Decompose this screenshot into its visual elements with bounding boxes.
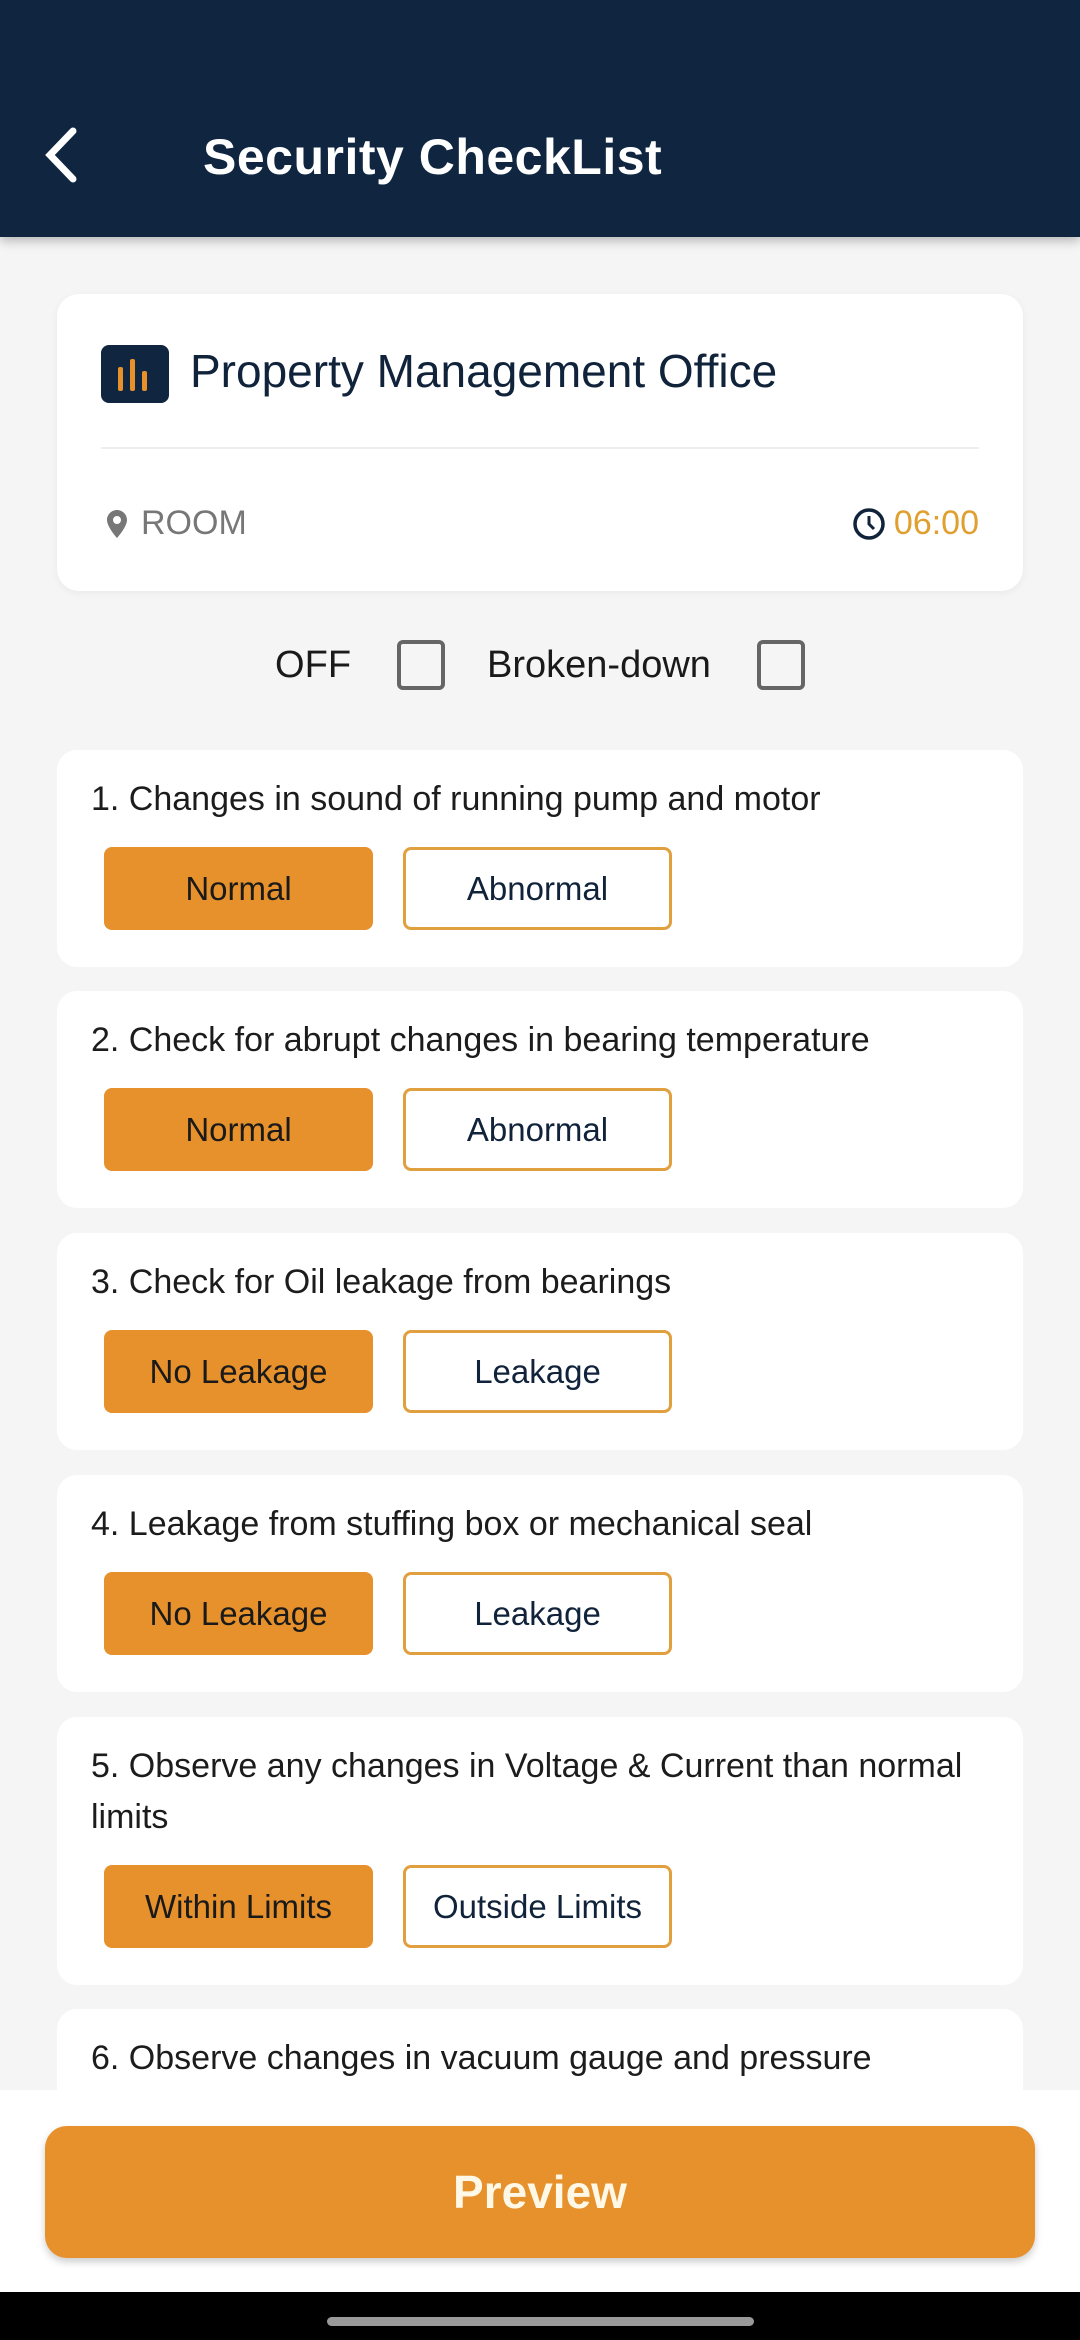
question-text: 6. Observe changes in vacuum gauge and p… <box>91 2039 872 2077</box>
room-label: ROOM <box>141 504 247 542</box>
chevron-left-icon[interactable] <box>40 125 90 185</box>
preview-button[interactable]: Preview <box>45 2126 1035 2258</box>
clock-icon <box>853 507 885 540</box>
question-text: 2. Check for abrupt changes in bearing t… <box>91 1021 870 1059</box>
question-text: 5. Observe any changes in Voltage & Curr… <box>91 1747 963 1836</box>
broken-down-checkbox[interactable] <box>756 640 805 690</box>
question-card: 3. Check for Oil leakage from bearings N… <box>57 1233 1023 1450</box>
app-header: Security CheckList <box>0 0 1080 237</box>
divider <box>101 447 979 449</box>
home-handle[interactable] <box>327 2317 754 2326</box>
option-no-leakage[interactable]: No Leakage <box>104 1572 373 1655</box>
question-card: 4. Leakage from stuffing box or mechanic… <box>57 1475 1023 1692</box>
off-checkbox[interactable] <box>397 640 446 690</box>
time-value: 06:00 <box>893 504 979 542</box>
option-normal[interactable]: Normal <box>104 847 373 930</box>
question-text: 4. Leakage from stuffing box or mechanic… <box>91 1505 813 1543</box>
option-normal[interactable]: Normal <box>104 1088 373 1171</box>
question-text: 3. Check for Oil leakage from bearings <box>91 1263 672 1301</box>
building-icon <box>101 345 169 403</box>
option-abnormal[interactable]: Abnormal <box>403 1088 672 1171</box>
question-card: 1. Changes in sound of running pump and … <box>57 750 1023 967</box>
option-abnormal[interactable]: Abnormal <box>403 847 672 930</box>
off-label: OFF <box>275 643 352 686</box>
time-row: 06:00 <box>852 504 979 543</box>
question-text: 1. Changes in sound of running pump and … <box>91 780 821 818</box>
option-no-leakage[interactable]: No Leakage <box>104 1330 373 1413</box>
option-leakage[interactable]: Leakage <box>403 1572 672 1655</box>
location-card: Property Management Office ROOM 06:00 <box>57 294 1023 591</box>
status-row: OFF Broken-down <box>0 640 1080 690</box>
option-outside-limits[interactable]: Outside Limits <box>403 1865 672 1948</box>
question-card: 5. Observe any changes in Voltage & Curr… <box>57 1717 1023 1985</box>
system-nav-bar <box>0 2292 1080 2340</box>
location-pin-icon <box>107 509 127 538</box>
option-within-limits[interactable]: Within Limits <box>104 1865 373 1948</box>
page-title: Security CheckList <box>203 129 663 185</box>
option-leakage[interactable]: Leakage <box>403 1330 672 1413</box>
broken-down-label: Broken-down <box>487 643 711 686</box>
footer: Preview <box>0 2090 1080 2292</box>
question-card: 2. Check for abrupt changes in bearing t… <box>57 991 1023 1208</box>
room-row: ROOM <box>107 504 247 543</box>
location-name: Property Management Office <box>190 345 778 397</box>
